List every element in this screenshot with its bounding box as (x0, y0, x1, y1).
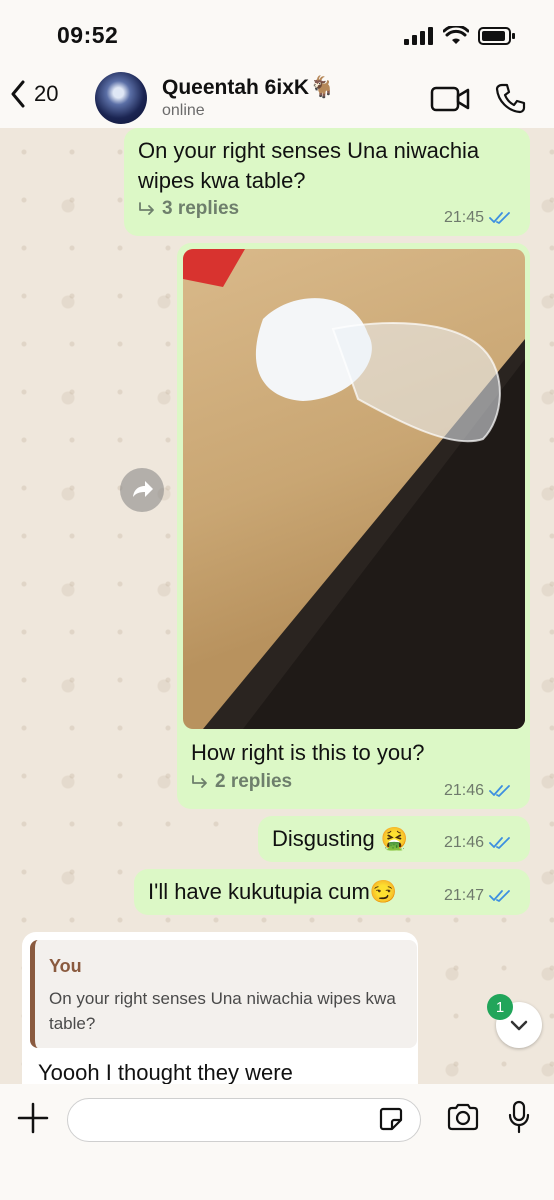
message-input[interactable] (67, 1098, 421, 1142)
battery-icon (478, 27, 515, 45)
quote-author: You (49, 956, 82, 976)
sticker-icon[interactable] (377, 1105, 405, 1133)
message-text: I'll have kukutupia cum😏 (148, 879, 398, 904)
unread-chats-count: 20 (34, 81, 59, 106)
message-time: 21:46 (444, 782, 485, 799)
forward-button[interactable] (120, 468, 164, 512)
wifi-icon (443, 26, 469, 44)
message-bubble[interactable]: I'll have kukutupia cum😏 21:47 (134, 869, 530, 915)
avatar[interactable] (95, 72, 147, 124)
message-time: 21:45 (444, 209, 485, 226)
camera-icon[interactable] (446, 1103, 480, 1131)
microphone-icon[interactable] (507, 1100, 531, 1134)
message-text: wipes kwa table? (138, 168, 306, 193)
contact-name[interactable]: Queentah 6ixK🐐 (162, 76, 335, 100)
quoted-message[interactable]: You On your right senses Una niwachia wi… (30, 940, 417, 1048)
replies-count: 2 replies (215, 771, 293, 792)
thread-replies-link[interactable]: 3 replies (138, 198, 239, 220)
message-text: On your right senses Una niwachia (138, 138, 480, 163)
thread-replies-link[interactable]: 2 replies (191, 771, 292, 793)
photo-shapes (183, 249, 525, 729)
plus-icon[interactable] (17, 1102, 49, 1134)
signal-icon (404, 27, 433, 45)
read-ticks-icon (489, 890, 510, 902)
status-icons (404, 26, 516, 46)
replies-count: 3 replies (162, 198, 240, 219)
back-button[interactable]: 20 (10, 80, 58, 108)
photo-caption: How right is this to you? (191, 740, 425, 765)
message-meta: 21:45 (444, 209, 511, 227)
reply-arrow-icon (192, 775, 207, 788)
message-time: 21:46 (444, 834, 485, 851)
message-time: 21:47 (444, 887, 485, 904)
read-ticks-icon (489, 212, 510, 224)
message-photo[interactable] (183, 249, 525, 729)
composer-bar (0, 1084, 554, 1200)
message-meta: 21:46 (444, 834, 511, 852)
message-text: Disgusting 🤮 (272, 826, 409, 851)
incoming-message-text: Yoooh I thought they were (38, 1060, 293, 1084)
reply-arrow-icon (139, 202, 154, 215)
message-meta: 21:46 (444, 782, 511, 800)
unread-badge: 1 (487, 994, 513, 1020)
status-bar: 09:52 (0, 0, 554, 70)
forward-arrow-icon (133, 481, 153, 497)
contact-status: online (162, 102, 205, 119)
read-ticks-icon (489, 837, 510, 849)
message-meta: 21:47 (444, 887, 511, 905)
message-bubble[interactable]: On your right senses Una niwachia wipes … (124, 128, 530, 236)
message-bubble[interactable]: Disgusting 🤮 21:46 (258, 816, 530, 862)
video-call-icon[interactable] (430, 86, 470, 112)
quote-text: On your right senses Una niwachia wipes … (49, 989, 396, 1033)
status-time: 09:52 (57, 22, 119, 48)
chevron-left-icon (11, 80, 25, 108)
read-ticks-icon (489, 785, 510, 797)
phone-icon[interactable] (495, 82, 527, 114)
chat-area[interactable]: On your right senses Una niwachia wipes … (0, 128, 554, 1084)
chat-header: 20 Queentah 6ixK🐐 online (0, 70, 554, 128)
